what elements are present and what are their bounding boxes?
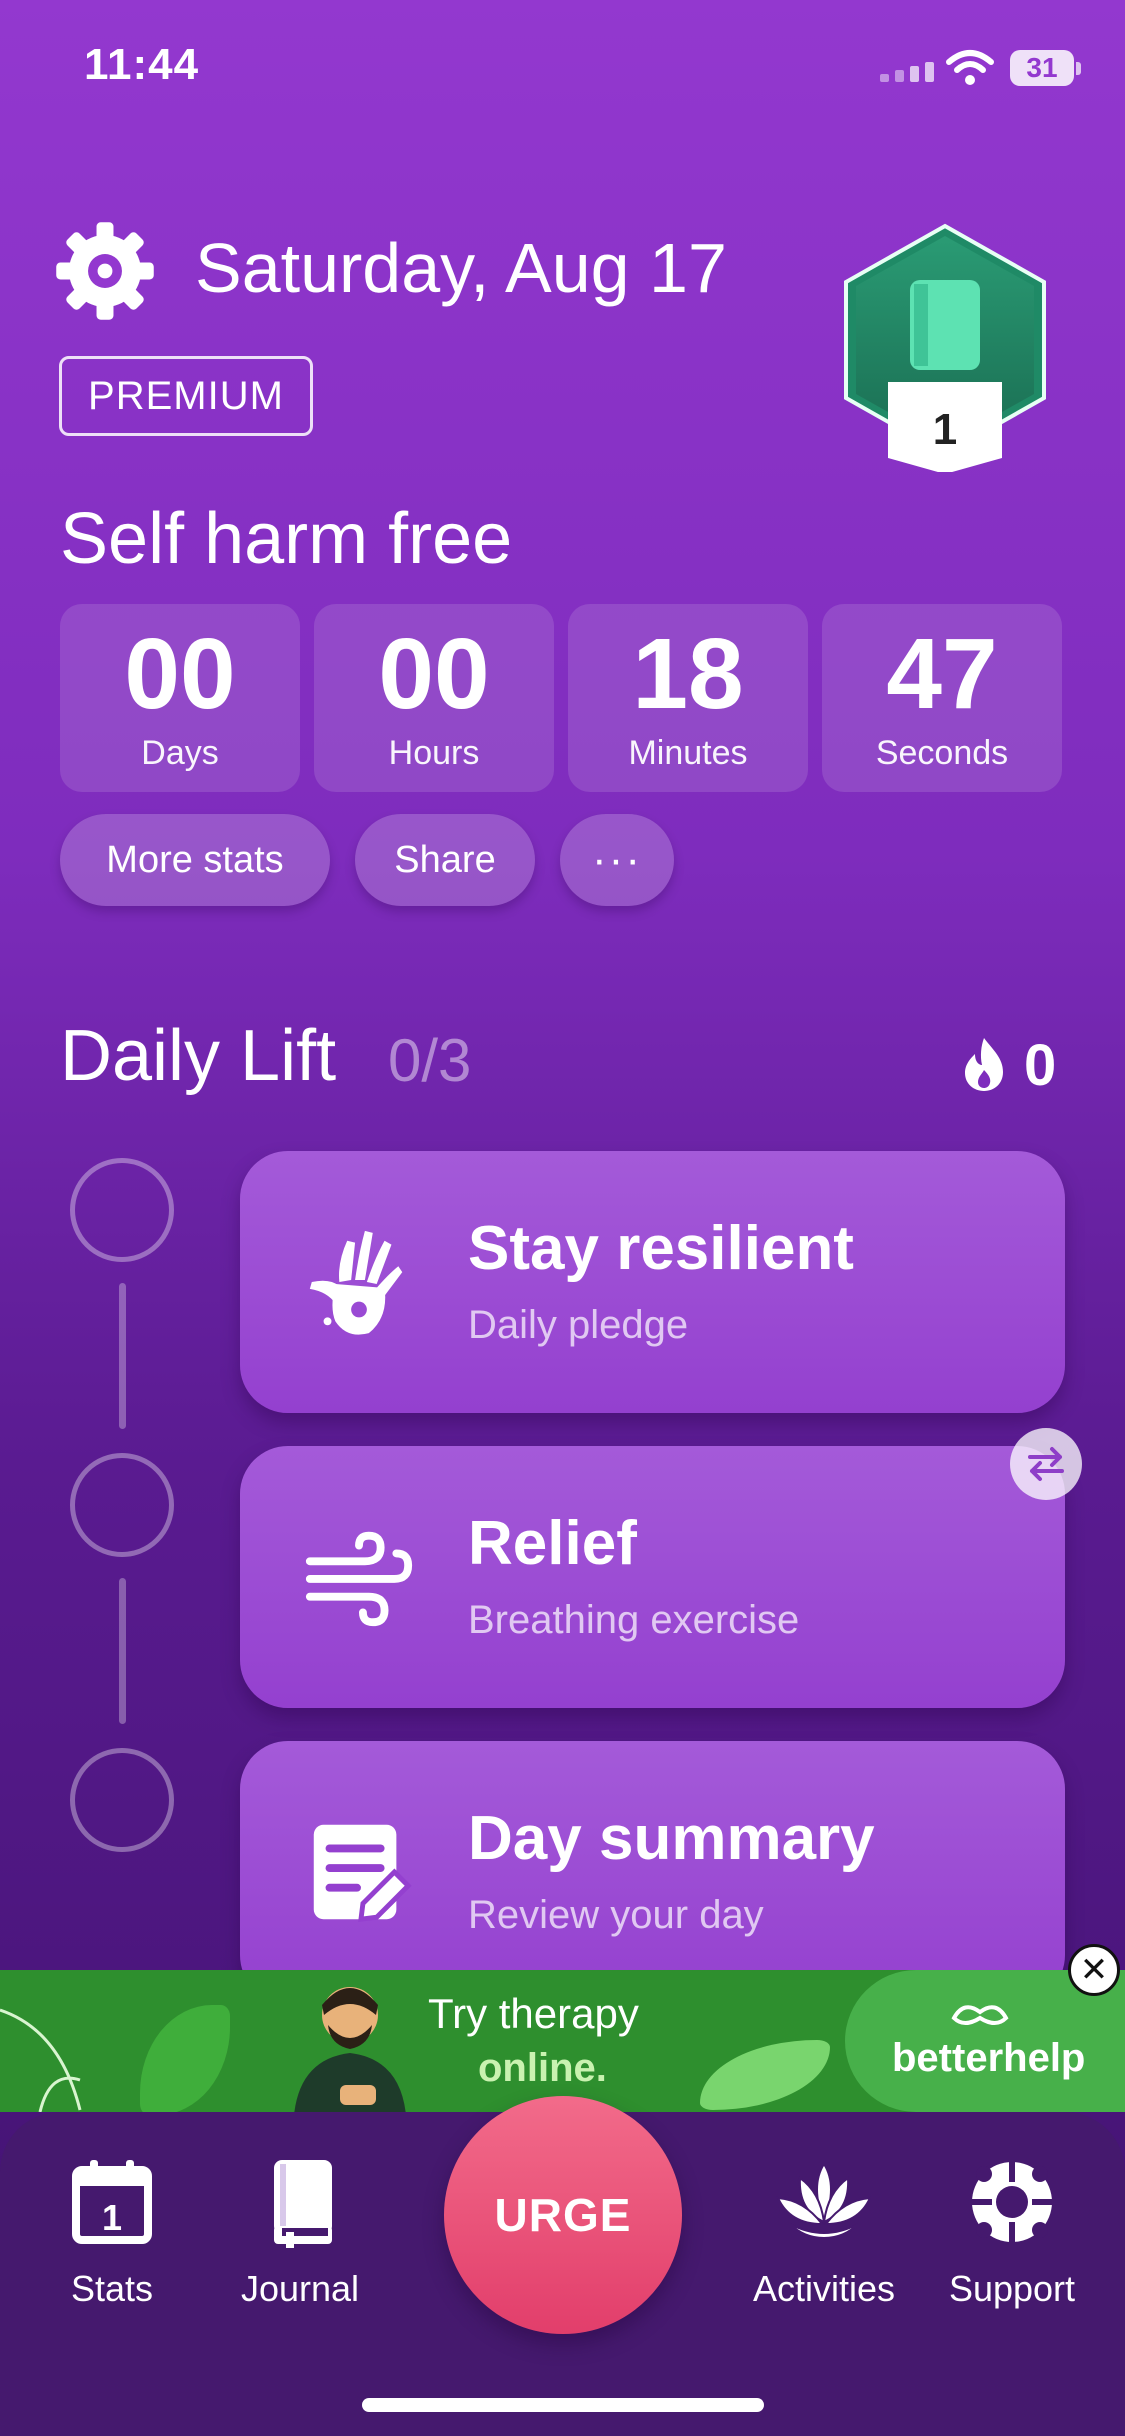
status-time: 11:44	[84, 40, 200, 89]
wifi-icon	[946, 50, 994, 85]
tab-label: Support	[948, 2268, 1076, 2309]
task-title: Day summary	[468, 1804, 875, 1873]
task-card-day-summary[interactable]: Day summary Review your day	[240, 1741, 1065, 2003]
counter-days: 00 Days	[60, 604, 300, 792]
ad-brand-name: betterhelp	[892, 2036, 1086, 2080]
more-stats-button[interactable]: More stats	[60, 814, 330, 906]
counter-unit: Hours	[388, 733, 480, 772]
daily-lift-title: Daily Lift	[60, 1016, 337, 1096]
premium-badge[interactable]: PREMIUM	[59, 356, 313, 436]
tab-label: Activities	[752, 2268, 896, 2309]
streak-counter: 00 Days 00 Hours 18 Minutes 47 Seconds	[60, 604, 1062, 792]
counter-unit: Seconds	[875, 733, 1009, 772]
gear-icon[interactable]	[52, 218, 158, 324]
task-card-relief[interactable]: Relief Breathing exercise	[240, 1446, 1065, 1708]
hand-icon	[309, 1230, 403, 1335]
flame-icon	[965, 1038, 1003, 1091]
document-edit-icon	[313, 1824, 412, 1923]
journal-book-icon	[274, 2160, 332, 2248]
ad-subline: online.	[478, 2046, 607, 2090]
more-options-button[interactable]: ···	[560, 814, 674, 906]
task-card-stay-resilient[interactable]: Stay resilient Daily pledge	[240, 1151, 1065, 1413]
share-button[interactable]: Share	[355, 814, 535, 906]
wind-icon	[305, 1531, 413, 1627]
lifebuoy-icon	[966, 2156, 1058, 2248]
task-subtitle: Breathing exercise	[468, 1598, 800, 1642]
counter-value: 18	[632, 617, 744, 730]
ad-banner[interactable]: Try therapy online. betterhelp	[0, 1970, 1125, 2112]
counter-seconds: 47 Seconds	[822, 604, 1062, 792]
counter-hours: 00 Hours	[314, 604, 554, 792]
task-checkbox[interactable]	[70, 1748, 174, 1852]
battery-tip	[1076, 62, 1081, 75]
swap-arrows-icon	[1028, 1447, 1064, 1481]
ad-close-button[interactable]: ✕	[1068, 1944, 1120, 1996]
counter-value: 00	[124, 617, 236, 730]
counter-value: 47	[886, 617, 998, 730]
counter-minutes: 18 Minutes	[568, 604, 808, 792]
badge-level-number: 1	[933, 405, 957, 454]
signal-icon	[880, 62, 934, 82]
timeline-connector	[119, 1283, 126, 1429]
task-checkbox[interactable]	[70, 1453, 174, 1557]
swap-task-button[interactable]	[1010, 1428, 1082, 1500]
urge-button[interactable]: URGE	[444, 2096, 682, 2334]
calendar-icon: 1	[72, 2160, 152, 2244]
task-subtitle: Review your day	[468, 1893, 764, 1937]
battery-icon: 31	[1010, 50, 1074, 86]
home-indicator	[362, 2398, 764, 2412]
counter-unit: Days	[141, 733, 219, 772]
streak-flame-count: 0	[1024, 1033, 1057, 1098]
streak-actions: More stats Share ···	[60, 814, 674, 906]
tab-stats[interactable]: 1 Stats	[12, 2152, 212, 2310]
level-badge-icon[interactable]: 1	[840, 222, 1050, 472]
streak-title: Self harm free	[60, 499, 513, 579]
counter-unit: Minutes	[628, 733, 748, 772]
tab-label: Journal	[240, 2268, 360, 2309]
date-heading: Saturday, Aug 17	[195, 229, 727, 307]
ad-person-illustration	[294, 1987, 406, 2112]
calendar-day-number: 1	[102, 2197, 122, 2238]
task-title: Relief	[468, 1509, 637, 1578]
ad-leaf	[700, 2040, 830, 2110]
task-subtitle: Daily pledge	[468, 1303, 689, 1347]
tab-journal[interactable]: Journal	[200, 2152, 400, 2310]
tab-activities[interactable]: Activities	[724, 2152, 924, 2310]
tab-support[interactable]: Support	[912, 2152, 1112, 2310]
timeline-connector	[119, 1578, 126, 1724]
ad-headline: Try therapy	[428, 1990, 639, 2037]
task-title: Stay resilient	[468, 1214, 854, 1283]
lotus-icon	[776, 2162, 872, 2240]
daily-lift-progress: 0/3	[388, 1027, 472, 1094]
task-checkbox[interactable]	[70, 1158, 174, 1262]
tab-label: Stats	[70, 2268, 154, 2309]
betterhelp-logo-icon	[951, 2005, 1009, 2025]
counter-value: 00	[378, 617, 490, 730]
